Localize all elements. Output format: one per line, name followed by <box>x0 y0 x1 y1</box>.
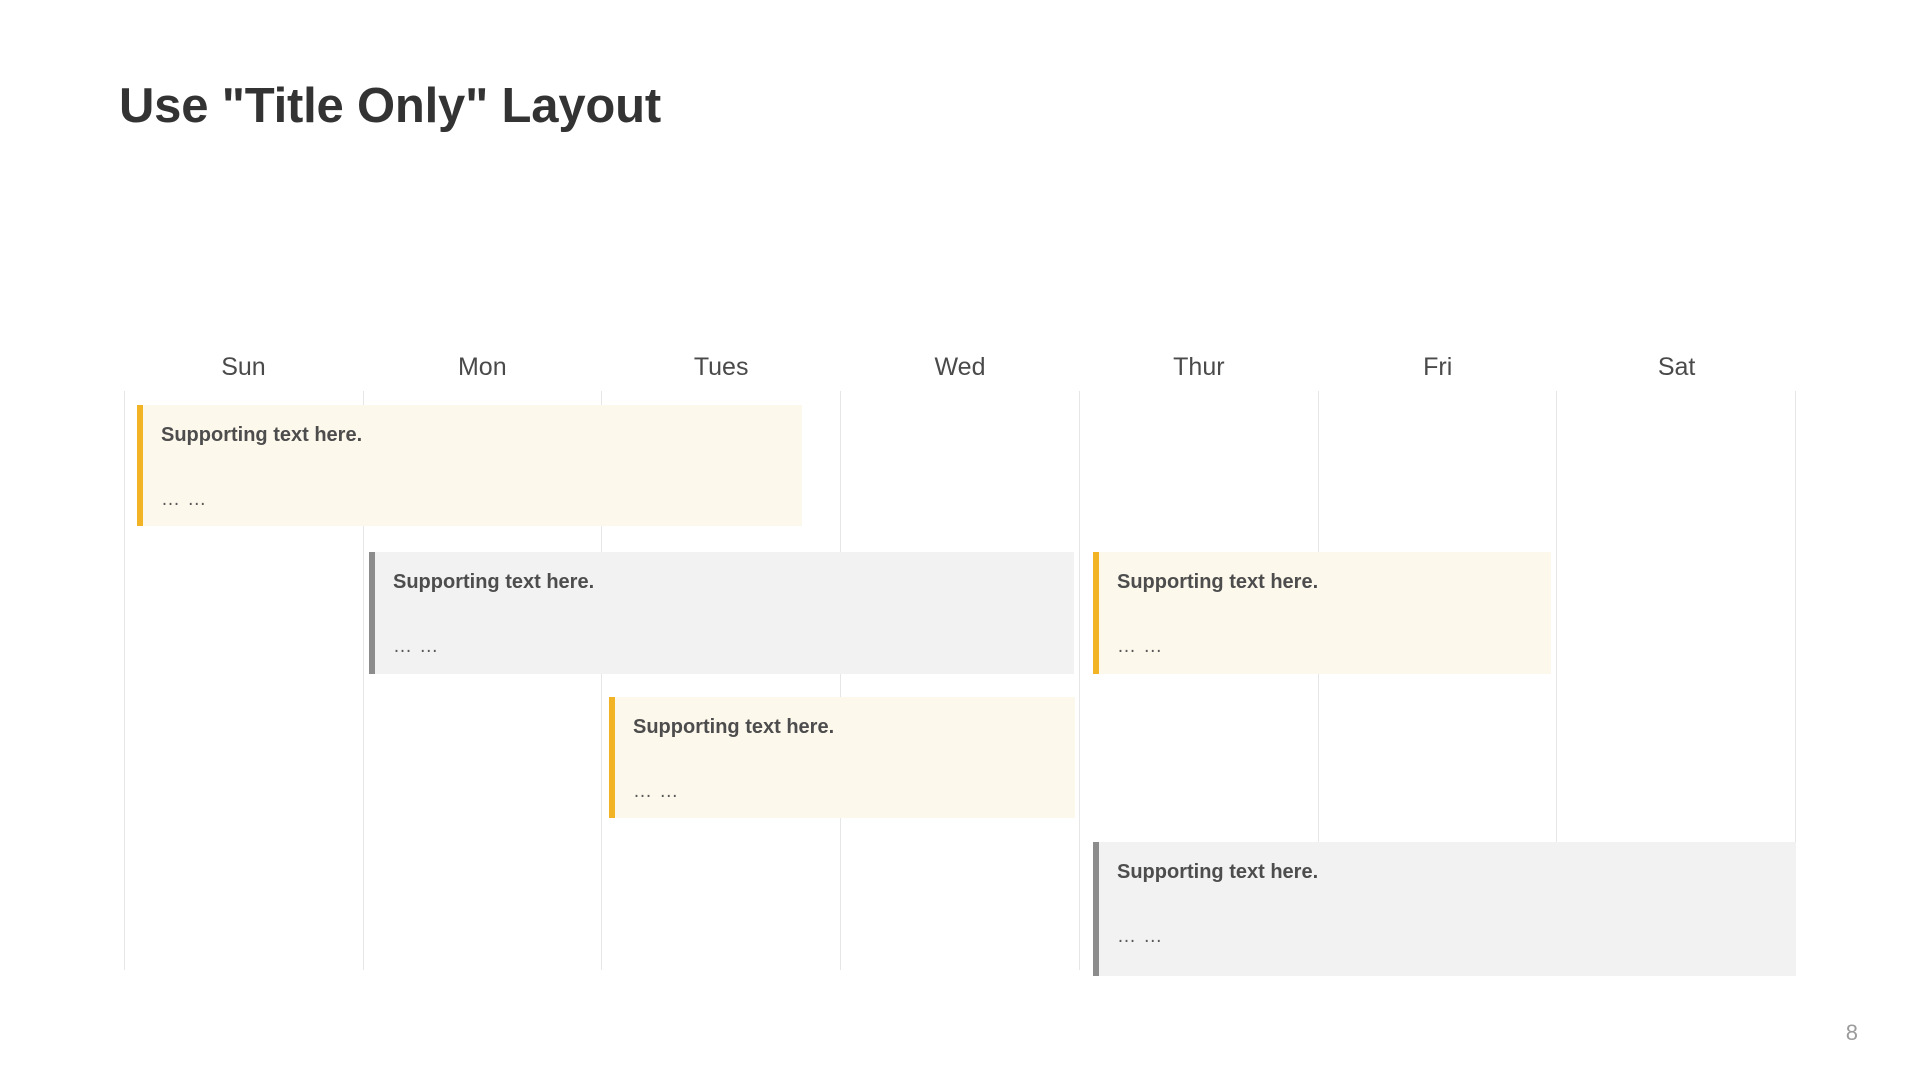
page-number: 8 <box>1845 1020 1858 1045</box>
event-block[interactable]: Supporting text here. … … <box>1093 552 1551 674</box>
calendar-header-row: Sun Mon Tues Wed Thur Fri Sat <box>124 352 1796 391</box>
event-block[interactable]: Supporting text here. … … <box>137 405 802 526</box>
calendar-events: Supporting text here. … … Supporting tex… <box>124 391 1796 976</box>
event-subtitle: … … <box>161 489 208 510</box>
event-block[interactable]: Supporting text here. … … <box>369 552 1074 674</box>
calendar-grid: Sun Mon Tues Wed Thur Fri Sat Supporting… <box>124 352 1797 976</box>
event-title: Supporting text here. <box>161 424 363 446</box>
event-subtitle: … … <box>1117 636 1164 657</box>
day-header-thur[interactable]: Thur <box>1079 352 1318 391</box>
event-subtitle: … … <box>393 636 440 657</box>
day-header-tues[interactable]: Tues <box>602 352 841 391</box>
day-header-sat[interactable]: Sat <box>1557 352 1796 391</box>
day-header-fri[interactable]: Fri <box>1318 352 1557 391</box>
event-title: Supporting text here. <box>633 716 835 738</box>
event-title: Supporting text here. <box>393 571 595 593</box>
event-subtitle: … … <box>1117 926 1164 947</box>
day-header-sun[interactable]: Sun <box>124 352 363 391</box>
event-subtitle: … … <box>633 781 680 802</box>
event-title: Supporting text here. <box>1117 861 1319 883</box>
event-block[interactable]: Supporting text here. … … <box>1093 842 1796 976</box>
event-title: Supporting text here. <box>1117 571 1319 593</box>
day-header-wed[interactable]: Wed <box>841 352 1080 391</box>
event-block[interactable]: Supporting text here. … … <box>609 697 1075 818</box>
day-header-mon[interactable]: Mon <box>363 352 602 391</box>
page-title: Use "Title Only" Layout <box>119 79 661 133</box>
